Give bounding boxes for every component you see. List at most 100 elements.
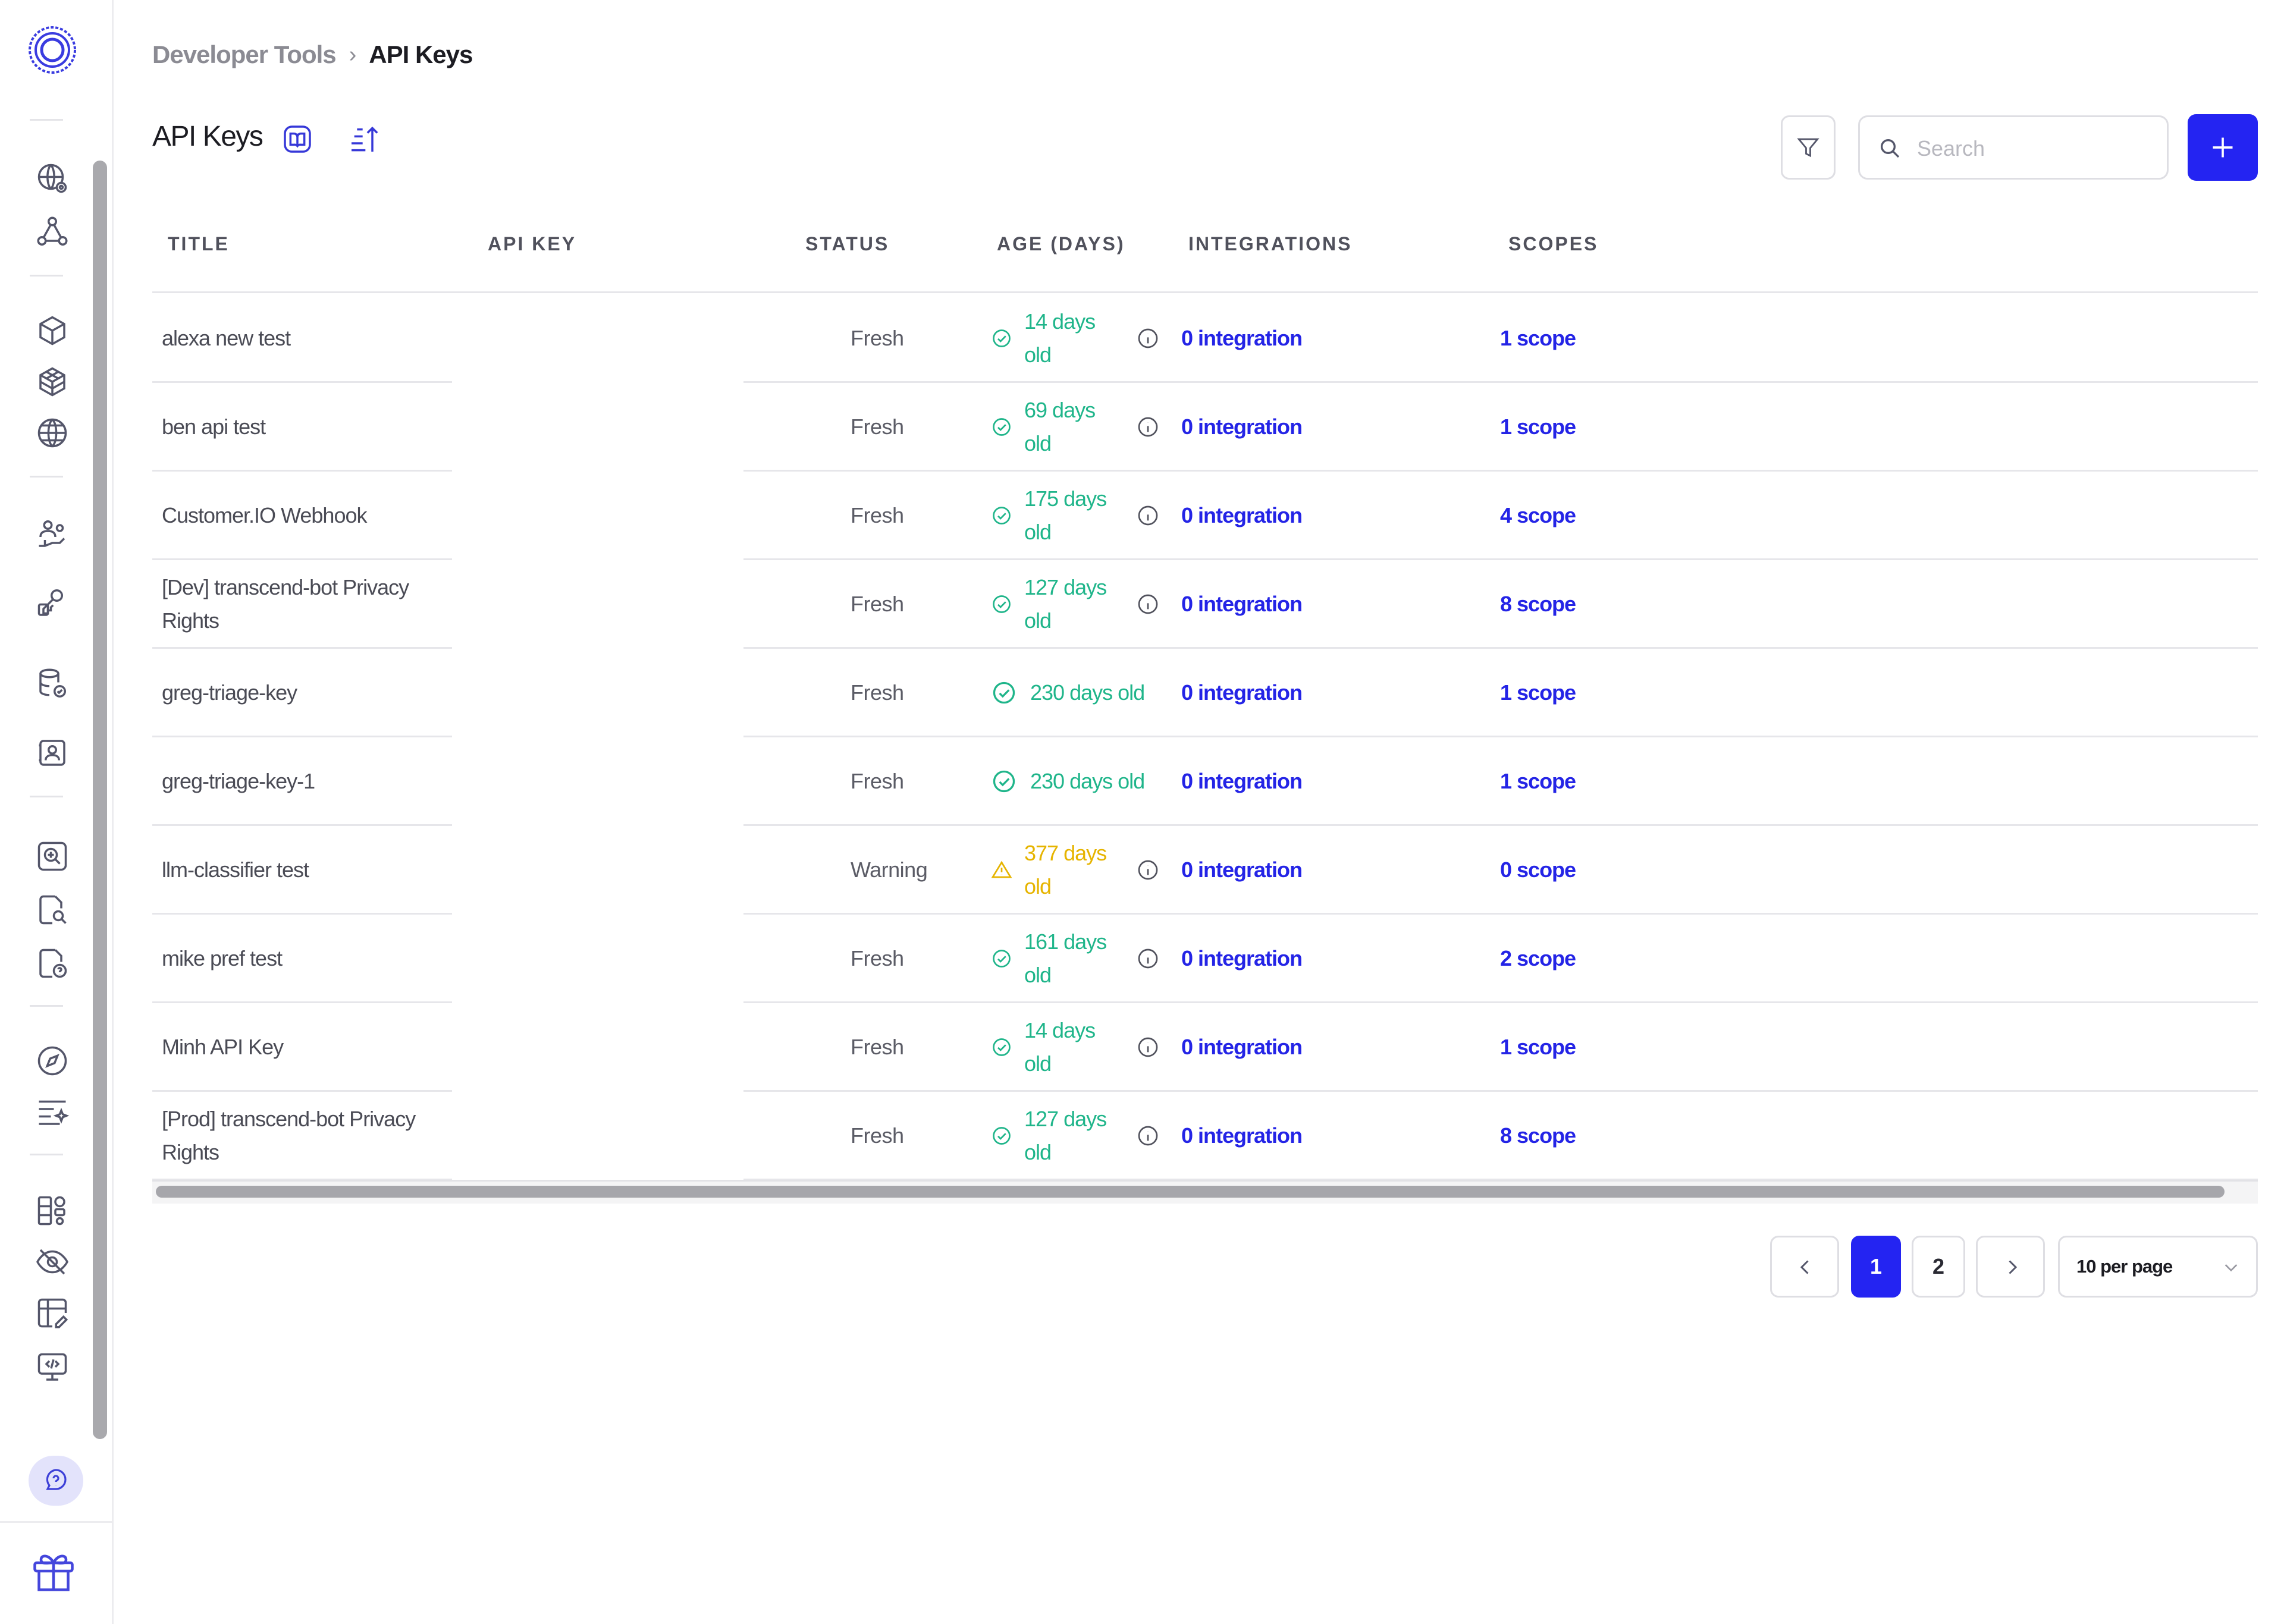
integrations-link[interactable]: 0 integration bbox=[1181, 857, 1302, 882]
column-header-scopes[interactable]: SCOPES bbox=[1508, 233, 1598, 255]
check-circle-icon bbox=[991, 1036, 1012, 1058]
search-box bbox=[1858, 115, 2169, 180]
integrations-link[interactable]: 0 integration bbox=[1181, 326, 1302, 351]
table-row[interactable]: Minh API KeyFresh14 days old0 integratio… bbox=[0, 1003, 2284, 1092]
key-title[interactable]: Customer.IO Webhook bbox=[162, 499, 471, 532]
info-icon[interactable] bbox=[1136, 592, 1160, 616]
scopes-link[interactable]: 8 scope bbox=[1500, 592, 1576, 617]
key-title[interactable]: ben api test bbox=[162, 410, 471, 444]
filter-button[interactable] bbox=[1781, 115, 1836, 180]
check-circle-icon bbox=[991, 680, 1017, 706]
globe-settings-icon[interactable] bbox=[34, 161, 70, 196]
grid-edit-icon[interactable] bbox=[34, 1295, 70, 1331]
integrations-link[interactable]: 0 integration bbox=[1181, 946, 1302, 971]
key-age: 377 days old bbox=[1024, 837, 1119, 903]
per-page-value: 10 per page bbox=[2076, 1237, 2172, 1296]
table-row[interactable]: greg-triage-keyFresh230 days old0 integr… bbox=[0, 648, 2284, 737]
breadcrumb-current: API Keys bbox=[369, 40, 472, 69]
column-header-integrations[interactable]: INTEGRATIONS bbox=[1188, 233, 1352, 255]
scopes-link[interactable]: 0 scope bbox=[1500, 857, 1576, 882]
column-header-age[interactable]: AGE (DAYS) bbox=[997, 233, 1125, 255]
chevron-right-icon bbox=[2001, 1257, 2023, 1278]
prev-page-button[interactable] bbox=[1770, 1236, 1839, 1298]
info-icon[interactable] bbox=[1136, 947, 1160, 970]
workflow-icon[interactable] bbox=[34, 214, 70, 250]
sort-button[interactable] bbox=[347, 122, 381, 156]
per-page-select[interactable]: 10 per page bbox=[2058, 1236, 2258, 1298]
table-row[interactable]: [Prod] transcend-bot Privacy RightsFresh… bbox=[0, 1091, 2284, 1180]
page-2-button[interactable]: 2 bbox=[1912, 1236, 1965, 1298]
page-title: API Keys bbox=[152, 120, 262, 153]
scopes-link[interactable]: 1 scope bbox=[1500, 326, 1576, 351]
check-circle-icon bbox=[991, 1125, 1012, 1146]
scopes-link[interactable]: 1 scope bbox=[1500, 680, 1576, 705]
table-horizontal-scrollbar[interactable] bbox=[156, 1186, 2225, 1198]
info-icon[interactable] bbox=[1136, 1124, 1160, 1148]
search-input[interactable] bbox=[1916, 129, 2156, 168]
table-row[interactable]: ben api testFresh69 days old0 integratio… bbox=[0, 382, 2284, 472]
key-age: 127 days old bbox=[1024, 571, 1119, 637]
table-row[interactable]: llm-classifier testWarning377 days old0 … bbox=[0, 825, 2284, 915]
key-title[interactable]: alexa new test bbox=[162, 322, 471, 355]
table-row[interactable]: greg-triage-key-1Fresh230 days old0 inte… bbox=[0, 737, 2284, 826]
status-badge: Fresh bbox=[851, 592, 904, 617]
filter-icon bbox=[1796, 135, 1821, 160]
help-chat-icon bbox=[42, 1466, 70, 1495]
key-title[interactable]: [Dev] transcend-bot Privacy Rights bbox=[162, 571, 471, 637]
scopes-link[interactable]: 1 scope bbox=[1500, 1035, 1576, 1060]
integrations-link[interactable]: 0 integration bbox=[1181, 1035, 1302, 1060]
integrations-link[interactable]: 0 integration bbox=[1181, 503, 1302, 528]
check-circle-icon bbox=[991, 593, 1012, 615]
table-row[interactable]: [Dev] transcend-bot Privacy Rights Fresh 1… bbox=[0, 560, 2284, 649]
key-title[interactable]: mike pref test bbox=[162, 942, 471, 975]
monitor-code-icon[interactable] bbox=[34, 1350, 70, 1386]
integrations-link[interactable]: 0 integration bbox=[1181, 414, 1302, 439]
table-row[interactable]: alexa new testFresh14 days old0 integrat… bbox=[0, 294, 2284, 383]
check-circle-icon bbox=[991, 328, 1012, 349]
table-row[interactable]: mike pref testFresh161 days old0 integra… bbox=[0, 914, 2284, 1003]
status-badge: Fresh bbox=[851, 1035, 904, 1060]
integrations-link[interactable]: 0 integration bbox=[1181, 592, 1302, 617]
integrations-link[interactable]: 0 integration bbox=[1181, 680, 1302, 705]
book-icon bbox=[281, 122, 314, 156]
info-icon[interactable] bbox=[1136, 415, 1160, 439]
breadcrumb-developer-tools[interactable]: Developer Tools bbox=[152, 40, 336, 69]
key-title[interactable]: greg-triage-key bbox=[162, 676, 471, 709]
apps-grid-icon[interactable] bbox=[34, 1193, 70, 1229]
scopes-link[interactable]: 8 scope bbox=[1500, 1123, 1576, 1148]
column-header-status[interactable]: STATUS bbox=[805, 233, 889, 255]
add-api-key-button[interactable] bbox=[2188, 114, 2258, 181]
status-badge: Fresh bbox=[851, 946, 904, 971]
key-title[interactable]: llm-classifier test bbox=[162, 853, 471, 887]
table-row[interactable]: Customer.IO WebhookFresh175 days old0 in… bbox=[0, 471, 2284, 560]
scopes-link[interactable]: 1 scope bbox=[1500, 769, 1576, 794]
info-icon[interactable] bbox=[1136, 504, 1160, 527]
eye-off-icon[interactable] bbox=[34, 1244, 70, 1280]
integrations-link[interactable]: 0 integration bbox=[1181, 1123, 1302, 1148]
next-page-button[interactable] bbox=[1976, 1236, 2045, 1298]
status-badge: Fresh bbox=[851, 769, 904, 794]
help-chat-button[interactable] bbox=[29, 1456, 83, 1506]
key-title[interactable]: [Prod] transcend-bot Privacy Rights bbox=[162, 1102, 471, 1169]
page-1-button[interactable]: 1 bbox=[1851, 1236, 1901, 1298]
chevron-left-icon bbox=[1794, 1257, 1816, 1278]
info-icon[interactable] bbox=[1136, 1035, 1160, 1059]
integrations-link[interactable]: 0 integration bbox=[1181, 769, 1302, 794]
scopes-link[interactable]: 1 scope bbox=[1500, 414, 1576, 439]
check-circle-icon bbox=[991, 416, 1012, 438]
sort-ascending-icon bbox=[347, 122, 381, 156]
column-header-api-key[interactable]: API KEY bbox=[488, 233, 576, 255]
scopes-link[interactable]: 2 scope bbox=[1500, 946, 1576, 971]
info-icon[interactable] bbox=[1136, 858, 1160, 882]
warning-triangle-icon bbox=[991, 859, 1012, 881]
status-badge: Fresh bbox=[851, 503, 904, 528]
transcend-logo[interactable] bbox=[27, 25, 77, 75]
docs-book-button[interactable] bbox=[281, 122, 314, 156]
info-icon[interactable] bbox=[1136, 326, 1160, 350]
key-title[interactable]: greg-triage-key-1 bbox=[162, 765, 471, 798]
gift-icon[interactable] bbox=[29, 1546, 79, 1596]
check-circle-icon bbox=[991, 505, 1012, 526]
key-title[interactable]: Minh API Key bbox=[162, 1031, 471, 1064]
column-header-title[interactable]: TITLE bbox=[168, 233, 230, 255]
scopes-link[interactable]: 4 scope bbox=[1500, 503, 1576, 528]
